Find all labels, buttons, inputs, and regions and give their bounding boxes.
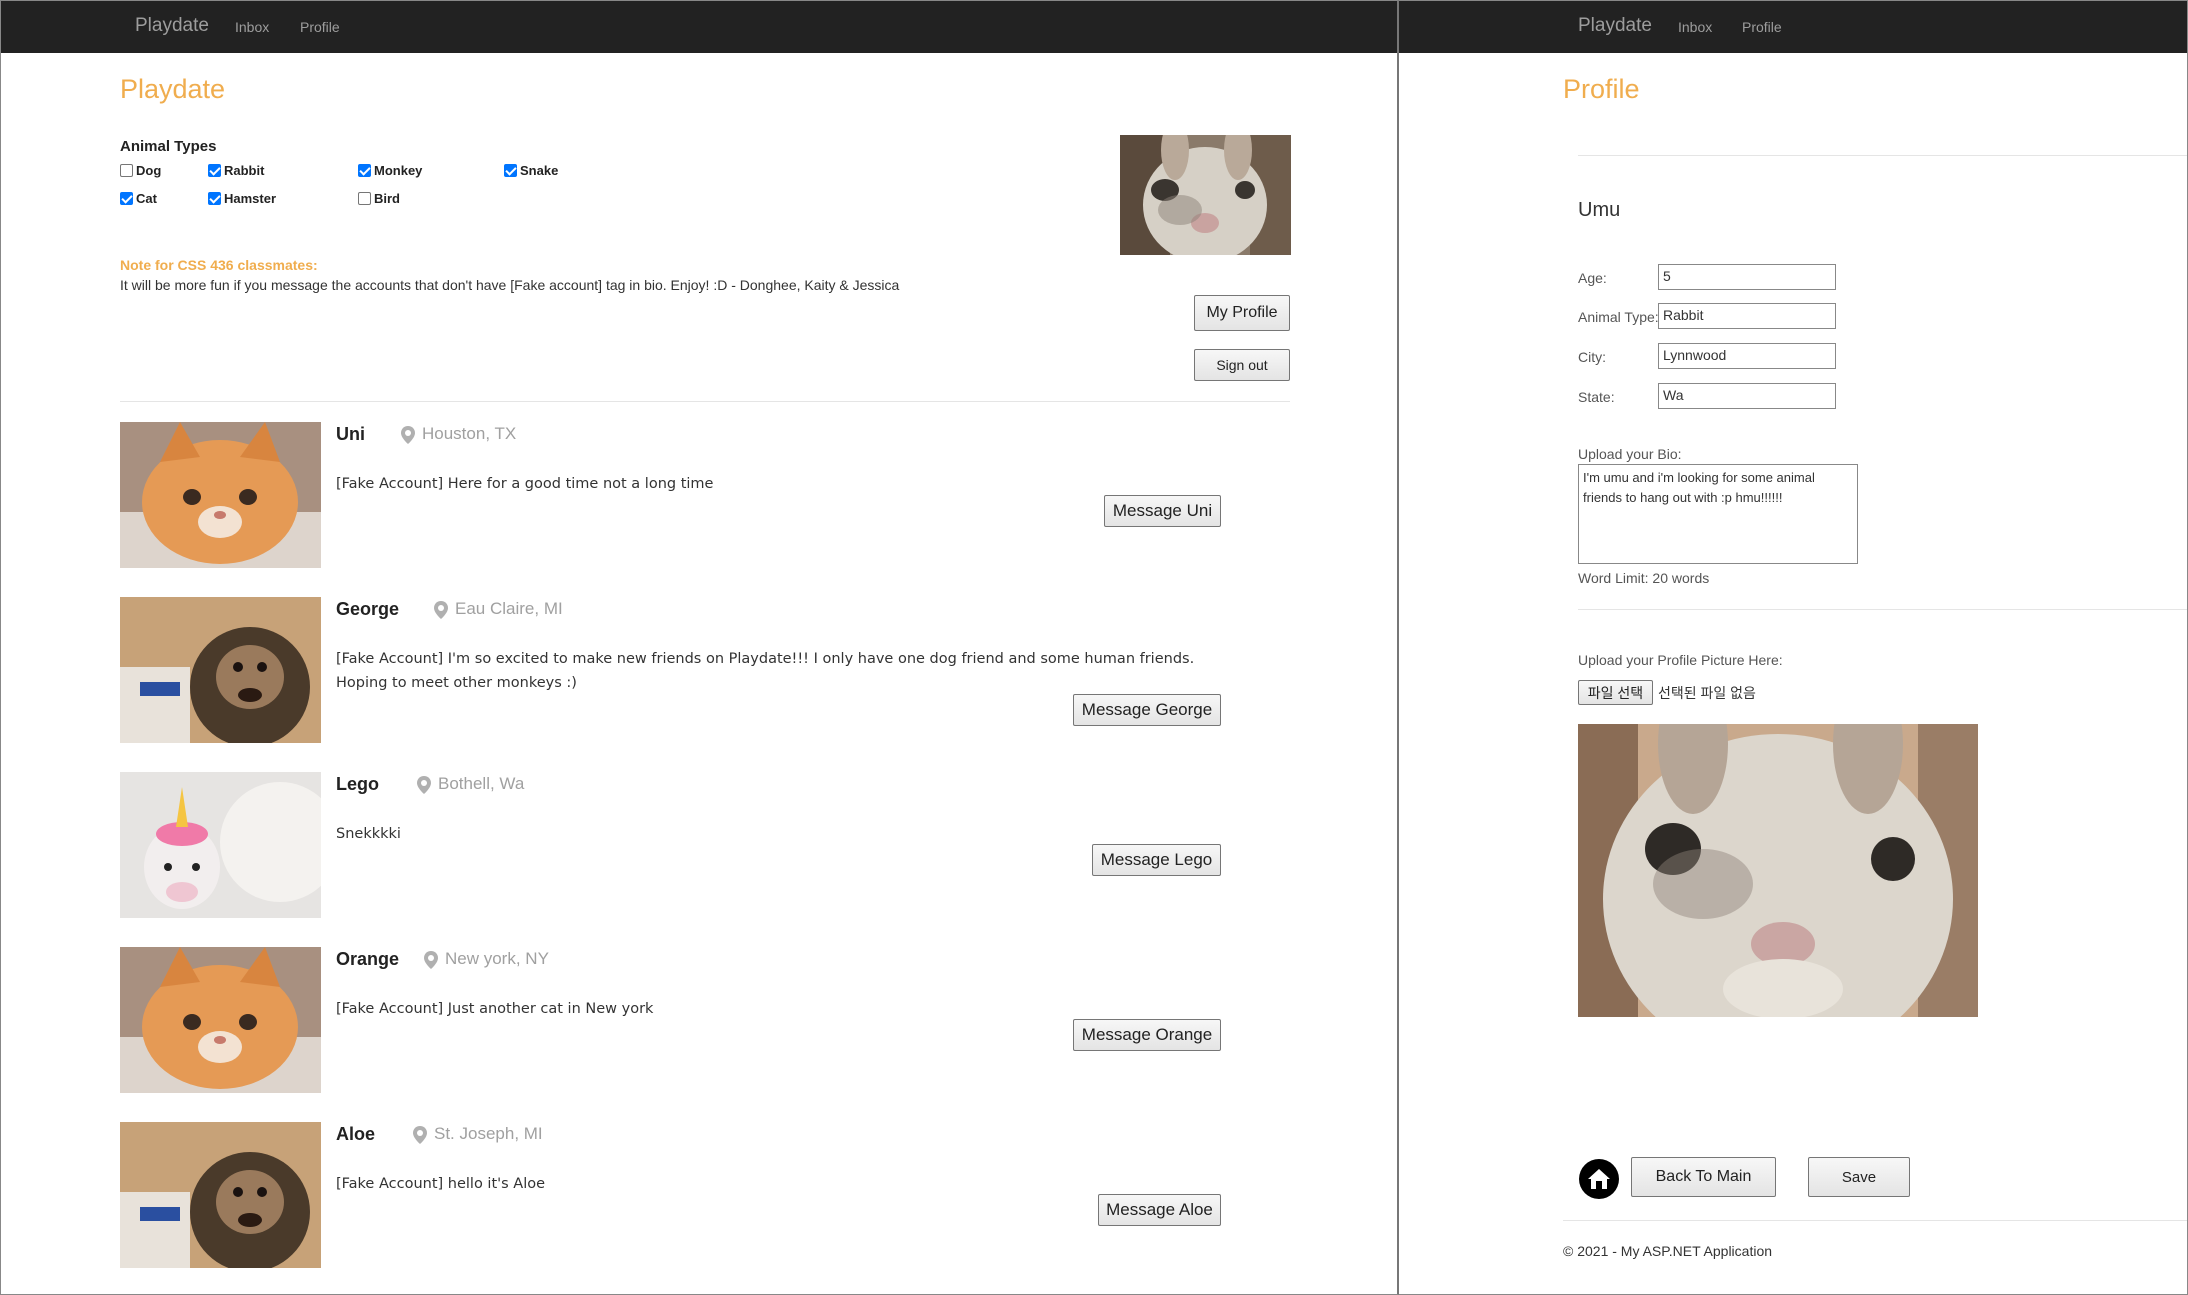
nav-profile[interactable]: Profile	[1742, 19, 1782, 35]
pet-location: St. Joseph, MI	[434, 1124, 543, 1143]
age-label: Age:	[1578, 270, 1607, 286]
home-icon[interactable]	[1578, 1158, 1620, 1200]
my-profile-photo	[1120, 135, 1291, 255]
divider	[1578, 609, 2187, 610]
animal-type-label: Animal Type:	[1578, 309, 1659, 325]
pet-photo	[120, 597, 321, 743]
nav-inbox[interactable]: Inbox	[235, 19, 269, 35]
message-button[interactable]: Message Uni	[1104, 495, 1221, 527]
sign-out-button[interactable]: Sign out	[1194, 349, 1290, 381]
page-title: Playdate	[120, 74, 226, 104]
main-page-window: Playdate Inbox Profile Playdate Animal T…	[0, 0, 1399, 1295]
pet-name: Lego	[336, 774, 379, 794]
profile-picture	[1578, 724, 1978, 1017]
city-label: City:	[1578, 349, 1606, 365]
checkbox[interactable]	[208, 164, 221, 177]
profile-page-window: Playdate Inbox Profile Profile Umu Age: …	[1399, 0, 2188, 1295]
feed-item: Lego Bothell, Wa Snekkkki	[120, 772, 1220, 918]
nav-brand[interactable]: Playdate	[135, 15, 209, 37]
message-button[interactable]: Message Lego	[1092, 844, 1221, 876]
nav-profile[interactable]: Profile	[300, 19, 340, 35]
note-text: It will be more fun if you message the a…	[120, 277, 900, 293]
file-status: 선택된 파일 없음	[1658, 685, 1756, 701]
navbar: Playdate Inbox Profile	[1, 1, 1397, 53]
message-button[interactable]: Message Orange	[1073, 1019, 1221, 1051]
filter-hamster[interactable]: Hamster	[208, 191, 276, 206]
message-button[interactable]: Message Aloe	[1098, 1194, 1221, 1226]
pet-name: Uni	[336, 424, 365, 444]
divider	[1578, 155, 2187, 156]
filter-snake[interactable]: Snake	[504, 163, 558, 178]
state-label: State:	[1578, 389, 1615, 405]
pet-photo	[120, 1122, 321, 1268]
pet-bio: [Fake Account] Here for a good time not …	[336, 476, 714, 492]
nav-inbox[interactable]: Inbox	[1678, 19, 1712, 35]
bio-label: Upload your Bio:	[1578, 446, 1682, 462]
filter-bird[interactable]: Bird	[358, 191, 400, 206]
back-to-main-button[interactable]: Back To Main	[1631, 1157, 1776, 1197]
feed-item: Orange New york, NY [Fake Account] Just an…	[120, 947, 1220, 1093]
feed-item: Uni Houston, TX [Fake Account] Here for a …	[120, 422, 1220, 568]
pet-photo	[120, 947, 321, 1093]
my-profile-button[interactable]: My Profile	[1194, 295, 1290, 331]
filter-dog[interactable]: Dog	[120, 163, 161, 178]
page-title: Profile	[1563, 74, 1640, 104]
state-input[interactable]: Wa	[1658, 383, 1836, 409]
pet-photo	[120, 422, 321, 568]
navbar: Playdate Inbox Profile	[1399, 1, 2187, 53]
location-pin-icon	[434, 601, 448, 619]
pet-bio: Snekkkki	[336, 826, 401, 842]
filter-monkey[interactable]: Monkey	[358, 163, 422, 178]
animal-type-input[interactable]: Rabbit	[1658, 303, 1836, 329]
pet-location: New york, NY	[445, 949, 549, 968]
pet-location: Houston, TX	[422, 424, 517, 443]
word-limit-text: Word Limit: 20 words	[1578, 570, 1710, 586]
feed-item: Aloe St. Joseph, MI [Fake Account] hello i…	[120, 1122, 1220, 1268]
filter-cat[interactable]: Cat	[120, 191, 157, 206]
username: Umu	[1578, 199, 1621, 221]
note-title: Note for CSS 436 classmates:	[120, 257, 318, 273]
save-button[interactable]: Save	[1808, 1157, 1910, 1197]
footer-text: © 2021 - My ASP.NET Application	[1563, 1243, 1773, 1259]
checkbox[interactable]	[208, 192, 221, 205]
filter-rabbit[interactable]: Rabbit	[208, 163, 264, 178]
city-input[interactable]: Lynnwood	[1658, 343, 1836, 369]
checkbox[interactable]	[120, 164, 133, 177]
upload-label: Upload your Profile Picture Here:	[1578, 652, 1783, 668]
filters-title: Animal Types	[120, 138, 217, 155]
pet-bio: [Fake Account] hello it's Aloe	[336, 1176, 546, 1192]
feed-item: George Eau Claire, MI [Fake Account] I'm s…	[120, 597, 1220, 743]
location-pin-icon	[424, 951, 438, 969]
divider	[1563, 1220, 2187, 1221]
checkbox[interactable]	[504, 164, 517, 177]
pet-bio: [Fake Account] Just another cat in New y…	[336, 1001, 654, 1017]
pet-location: Bothell, Wa	[438, 774, 525, 793]
message-button[interactable]: Message George	[1073, 694, 1221, 726]
pet-name: Aloe	[336, 1124, 376, 1144]
pet-name: George	[336, 599, 400, 619]
choose-file-button[interactable]: 파일 선택	[1578, 680, 1653, 705]
pet-name: Orange	[336, 949, 400, 969]
bio-textarea[interactable]: I'm umu and i'm looking for some animal …	[1578, 464, 1858, 564]
checkbox[interactable]	[358, 192, 371, 205]
divider	[120, 401, 1290, 402]
checkbox[interactable]	[358, 164, 371, 177]
location-pin-icon	[417, 776, 431, 794]
checkbox[interactable]	[120, 192, 133, 205]
location-pin-icon	[401, 426, 415, 444]
location-pin-icon	[413, 1126, 427, 1144]
nav-brand[interactable]: Playdate	[1578, 15, 1652, 37]
pet-location: Eau Claire, MI	[455, 599, 563, 618]
age-input[interactable]: 5	[1658, 264, 1836, 290]
pet-photo	[120, 772, 321, 918]
pet-bio: [Fake Account] I'm so excited to make ne…	[336, 651, 1195, 691]
